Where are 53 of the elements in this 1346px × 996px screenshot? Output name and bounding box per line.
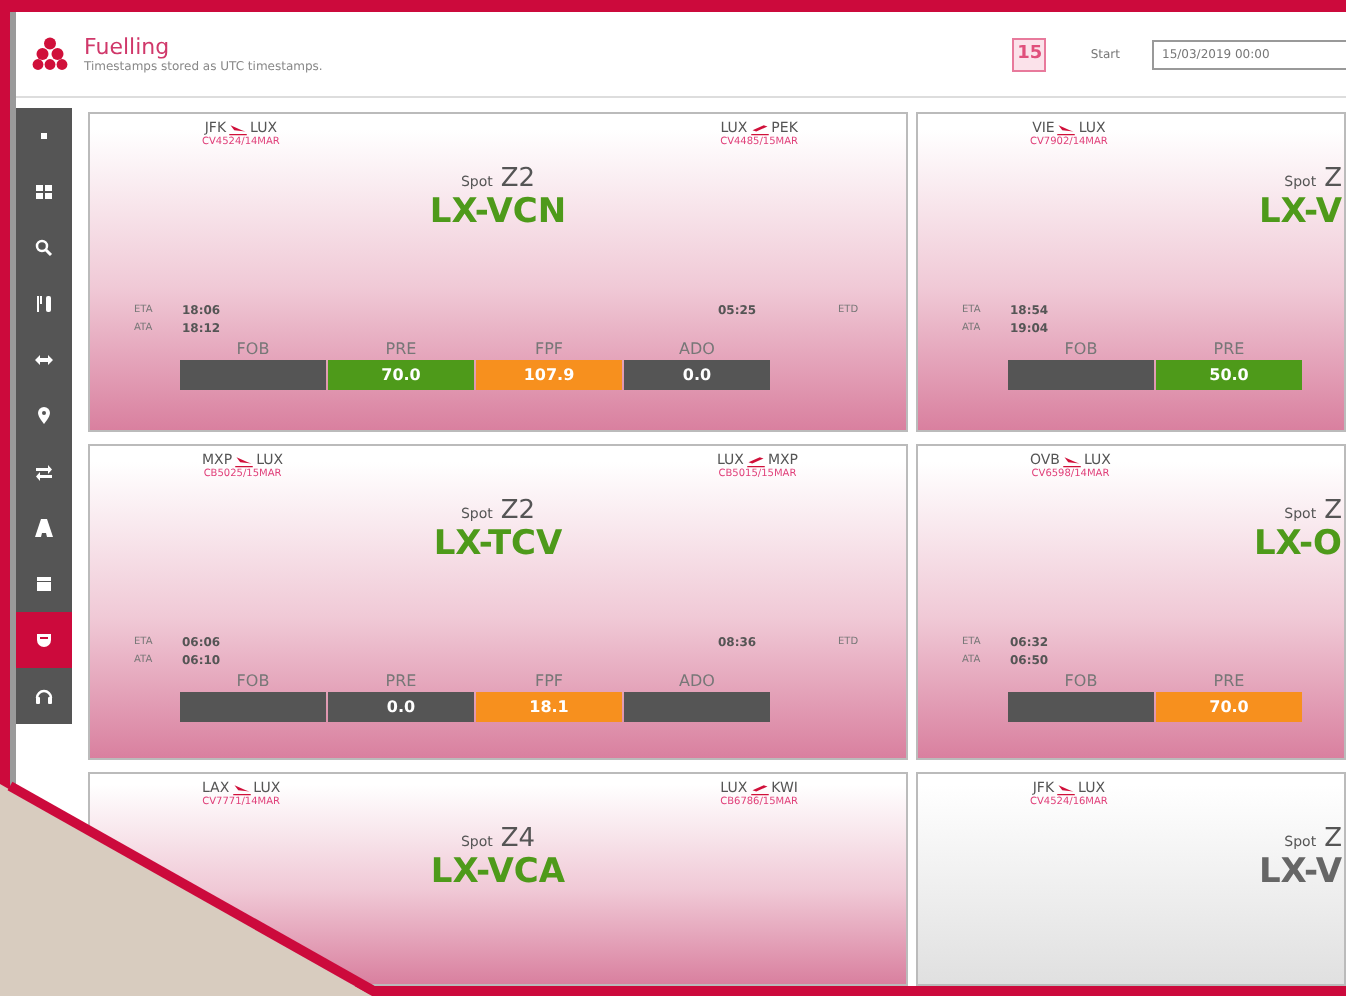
- spot-number: Z: [1324, 496, 1342, 526]
- spot-number: Z4: [500, 824, 536, 854]
- fuel-label: PRE: [1213, 672, 1245, 692]
- fuel-value: 0.0: [328, 692, 474, 722]
- grid-icon: [32, 180, 56, 204]
- takeoff-icon: [749, 781, 770, 795]
- cutlery-icon: [32, 292, 56, 316]
- fuel-label: PRE: [385, 340, 417, 360]
- aircraft-registration: LX-O: [1253, 526, 1342, 564]
- aircraft-registration: LX-VCN: [429, 194, 567, 232]
- fuel-label: FPF: [534, 340, 564, 360]
- takeoff-icon: [745, 453, 766, 467]
- fuel-label: ADO: [679, 340, 715, 360]
- fuel-label: PRE: [1213, 340, 1245, 360]
- landing-icon: [1056, 781, 1077, 795]
- fuel-value: 107.9: [476, 360, 622, 390]
- spot-number: Z: [1324, 824, 1342, 854]
- landing-icon: [228, 121, 249, 135]
- swap-arrows-icon: [32, 460, 56, 484]
- fuel-label: FOB: [1064, 672, 1098, 692]
- aircraft-registration: LX-TCV: [433, 526, 563, 564]
- spot-number: Z: [1324, 164, 1342, 194]
- headset-icon: [32, 684, 56, 708]
- fuel-label: FOB: [1064, 340, 1098, 360]
- sidebar-item[interactable]: [16, 612, 72, 668]
- road-icon: [32, 516, 56, 540]
- aircraft-registration: LX-V: [1258, 854, 1342, 892]
- cup-icon: [32, 628, 56, 652]
- fuel-label: ADO: [679, 672, 715, 692]
- box-icon: [32, 572, 56, 596]
- aircraft-registration: LX-V: [1258, 194, 1342, 232]
- fuel-label: PRE: [385, 672, 417, 692]
- calendar-button[interactable]: 15: [1012, 37, 1047, 71]
- fuel-value: 70.0: [1156, 692, 1302, 722]
- logo-icon: [32, 36, 68, 72]
- fuel-label: FPF: [534, 672, 564, 692]
- fuel-label: FOB: [236, 672, 270, 692]
- takeoff-icon: [749, 121, 770, 135]
- page-title: Fuelling: [84, 34, 172, 60]
- landing-icon: [1061, 453, 1082, 467]
- landing-icon: [234, 453, 255, 467]
- spot-number: Z2: [500, 164, 536, 194]
- spot-number: Z2: [500, 496, 536, 526]
- fuel-value: 70.0: [328, 360, 474, 390]
- search-icon: [32, 236, 56, 260]
- fuel-value: 0.0: [624, 360, 770, 390]
- aircraft-registration: LX-VCA: [430, 854, 566, 892]
- fuel-value: 50.0: [1156, 360, 1302, 390]
- landing-icon: [1056, 121, 1077, 135]
- landing-icon: [231, 781, 252, 795]
- fuel-value: 18.1: [476, 692, 622, 722]
- fuel-label: FOB: [236, 340, 270, 360]
- map-pin-icon: [32, 404, 56, 428]
